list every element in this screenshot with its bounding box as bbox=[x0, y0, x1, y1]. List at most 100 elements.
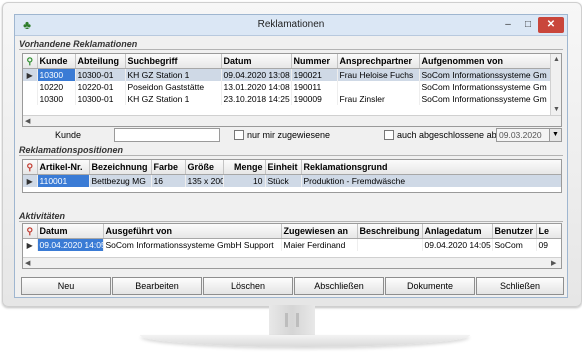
nur-mir-label: nur mir zugewiesene bbox=[247, 130, 331, 140]
title-bar: ♣ Reklamationen – □ ✕ bbox=[15, 15, 567, 36]
pin-icon: ⚲ bbox=[26, 225, 34, 236]
schliessen-button[interactable]: Schließen bbox=[476, 277, 564, 295]
table-cell[interactable]: SoCom Informationssysteme Gm bbox=[419, 81, 551, 93]
table-cell[interactable]: 09.04.2020 14:05 bbox=[37, 238, 104, 251]
column-indicator[interactable]: ⚲ bbox=[23, 160, 38, 175]
table-row[interactable]: ▶ 110001 Bettbezug MG 16 135 x 200 10 St… bbox=[23, 174, 561, 187]
column-header[interactable]: Benutzer bbox=[492, 224, 537, 239]
column-header[interactable]: Beschreibung bbox=[357, 224, 423, 239]
column-header[interactable]: Zugewiesen an bbox=[281, 224, 358, 239]
kunde-label: Kunde bbox=[55, 130, 82, 140]
table-cell[interactable]: 135 x 200 bbox=[185, 174, 224, 187]
table-cell[interactable]: 190021 bbox=[291, 68, 338, 81]
reklamationen-window: ♣ Reklamationen – □ ✕ Vorhandene Reklama… bbox=[14, 14, 568, 298]
scroll-left-icon[interactable]: ◀ bbox=[25, 117, 30, 125]
table-cell[interactable]: KH GZ Station 1 bbox=[125, 68, 222, 81]
column-indicator[interactable]: ⚲ bbox=[23, 54, 38, 69]
table-cell[interactable]: Frau Heloise Fuchs bbox=[337, 68, 420, 81]
table-cell[interactable]: 09.04.2020 13:08 bbox=[221, 68, 292, 81]
table-row[interactable]: 10220 10220-01 Poseidon Gaststätte 13.01… bbox=[23, 81, 551, 93]
table-cell[interactable]: 190011 bbox=[291, 81, 338, 93]
button-bar: Neu Bearbeiten Löschen Abschließen Dokum… bbox=[15, 272, 567, 297]
column-header[interactable]: Aufgenommen von bbox=[419, 54, 551, 69]
table-cell[interactable]: 10300 bbox=[37, 93, 76, 105]
column-header[interactable]: Farbe bbox=[151, 160, 186, 175]
column-header[interactable]: Datum bbox=[221, 54, 292, 69]
row-pointer-icon: ▶ bbox=[23, 238, 38, 251]
chevron-down-icon[interactable]: ▼ bbox=[549, 128, 562, 142]
horizontal-scrollbar[interactable]: ◀ bbox=[23, 115, 561, 126]
minimize-icon[interactable]: – bbox=[498, 17, 518, 33]
horizontal-scrollbar[interactable]: ◀ ▶ bbox=[23, 257, 561, 268]
column-header[interactable]: Datum bbox=[37, 224, 104, 239]
table-cell[interactable]: 190009 bbox=[291, 93, 338, 105]
table-cell[interactable]: 110001 bbox=[37, 174, 90, 187]
table-cell[interactable]: 10220-01 bbox=[75, 81, 126, 93]
table-cell[interactable]: 10 bbox=[223, 174, 266, 187]
table-cell[interactable]: SoCom Informationssysteme Gm bbox=[419, 68, 551, 81]
bearbeiten-button[interactable]: Bearbeiten bbox=[112, 277, 202, 295]
abgeschlossene-date-input[interactable]: 09.03.2020 bbox=[496, 128, 550, 142]
table-cell[interactable]: SoCom Informationssysteme Gm bbox=[419, 93, 551, 105]
scroll-left-icon[interactable]: ◀ bbox=[25, 259, 30, 267]
stand-slot bbox=[296, 313, 299, 327]
scroll-down-icon[interactable]: ▼ bbox=[553, 106, 560, 113]
table-cell[interactable]: 10300-01 bbox=[75, 68, 126, 81]
column-header[interactable]: Kunde bbox=[37, 54, 76, 69]
column-header[interactable]: Größe bbox=[185, 160, 224, 175]
table-cell[interactable]: Frau Zinsler bbox=[337, 93, 420, 105]
neu-button[interactable]: Neu bbox=[21, 277, 111, 295]
column-header[interactable]: Menge bbox=[223, 160, 266, 175]
table-cell[interactable]: Poseidon Gaststätte bbox=[125, 81, 222, 93]
divider bbox=[19, 221, 563, 222]
table-cell[interactable]: 13.01.2020 14:08 bbox=[221, 81, 292, 93]
table-cell[interactable]: 16 bbox=[151, 174, 186, 187]
column-header[interactable]: Ausgeführt von bbox=[103, 224, 282, 239]
positionen-grid: ⚲ Artikel-Nr. Bezeichnung Farbe Größe Me… bbox=[22, 159, 562, 193]
table-cell[interactable]: 10300 bbox=[37, 68, 76, 81]
nur-mir-checkbox[interactable] bbox=[234, 130, 244, 140]
table-cell[interactable] bbox=[337, 81, 420, 93]
column-header[interactable]: Reklamationsgrund bbox=[301, 160, 561, 175]
pin-icon: ⚲ bbox=[26, 55, 34, 66]
column-header[interactable]: Anlagedatum bbox=[422, 224, 493, 239]
section-title-positionen: Reklamationspositionen bbox=[19, 145, 124, 155]
scroll-right-icon[interactable]: ▶ bbox=[551, 259, 556, 267]
column-header[interactable]: Ansprechpartner bbox=[337, 54, 420, 69]
close-icon[interactable]: ✕ bbox=[538, 17, 564, 33]
column-indicator[interactable]: ⚲ bbox=[23, 224, 38, 239]
table-cell[interactable]: 23.10.2018 14:25 bbox=[221, 93, 292, 105]
column-header[interactable]: Artikel-Nr. bbox=[37, 160, 90, 175]
table-cell[interactable]: 10300-01 bbox=[75, 93, 126, 105]
vertical-scrollbar[interactable]: ▲ ▼ bbox=[550, 54, 561, 115]
column-header[interactable]: Bezeichnung bbox=[89, 160, 152, 175]
kunde-input[interactable] bbox=[114, 128, 220, 142]
table-cell[interactable]: SoCom bbox=[492, 238, 537, 251]
table-cell[interactable]: 09 bbox=[536, 238, 561, 251]
column-header[interactable]: Le bbox=[536, 224, 561, 239]
table-cell[interactable]: Bettbezug MG bbox=[89, 174, 152, 187]
column-header[interactable]: Suchbegriff bbox=[125, 54, 222, 69]
table-cell[interactable]: Maier Ferdinand bbox=[281, 238, 358, 251]
column-header[interactable]: Einheit bbox=[265, 160, 302, 175]
maximize-icon[interactable]: □ bbox=[518, 17, 538, 33]
window-title: Reklamationen bbox=[257, 19, 325, 30]
table-cell[interactable]: KH GZ Station 1 bbox=[125, 93, 222, 105]
table-cell[interactable]: 10220 bbox=[37, 81, 76, 93]
table-cell[interactable]: SoCom Informationssysteme GmbH Support bbox=[103, 238, 282, 251]
abgeschlossene-checkbox[interactable] bbox=[384, 130, 394, 140]
table-cell[interactable] bbox=[357, 238, 423, 251]
abschliessen-button[interactable]: Abschließen bbox=[294, 277, 384, 295]
divider bbox=[19, 49, 563, 50]
table-cell[interactable]: Stück bbox=[265, 174, 302, 187]
table-cell[interactable]: Produktion - Fremdwäsche bbox=[301, 174, 561, 187]
table-row[interactable]: ▶ 09.04.2020 14:05 SoCom Informationssys… bbox=[23, 238, 561, 251]
scroll-up-icon[interactable]: ▲ bbox=[553, 56, 560, 63]
dokumente-button[interactable]: Dokumente bbox=[385, 277, 475, 295]
table-cell[interactable]: 09.04.2020 14:05 bbox=[422, 238, 493, 251]
column-header[interactable]: Nummer bbox=[291, 54, 338, 69]
table-row[interactable]: 10300 10300-01 KH GZ Station 1 23.10.201… bbox=[23, 93, 551, 105]
table-row[interactable]: ▶ 10300 10300-01 KH GZ Station 1 09.04.2… bbox=[23, 68, 551, 81]
loeschen-button[interactable]: Löschen bbox=[203, 277, 293, 295]
column-header[interactable]: Abteilung bbox=[75, 54, 126, 69]
